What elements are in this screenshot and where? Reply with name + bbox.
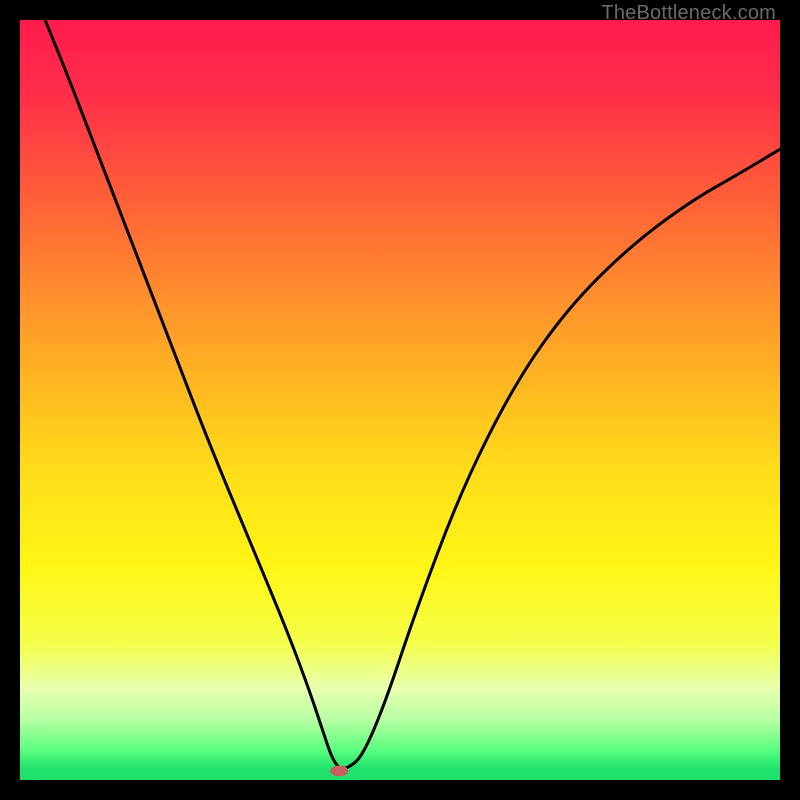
chart-frame: [20, 20, 780, 780]
chart-background-gradient: [20, 20, 780, 780]
